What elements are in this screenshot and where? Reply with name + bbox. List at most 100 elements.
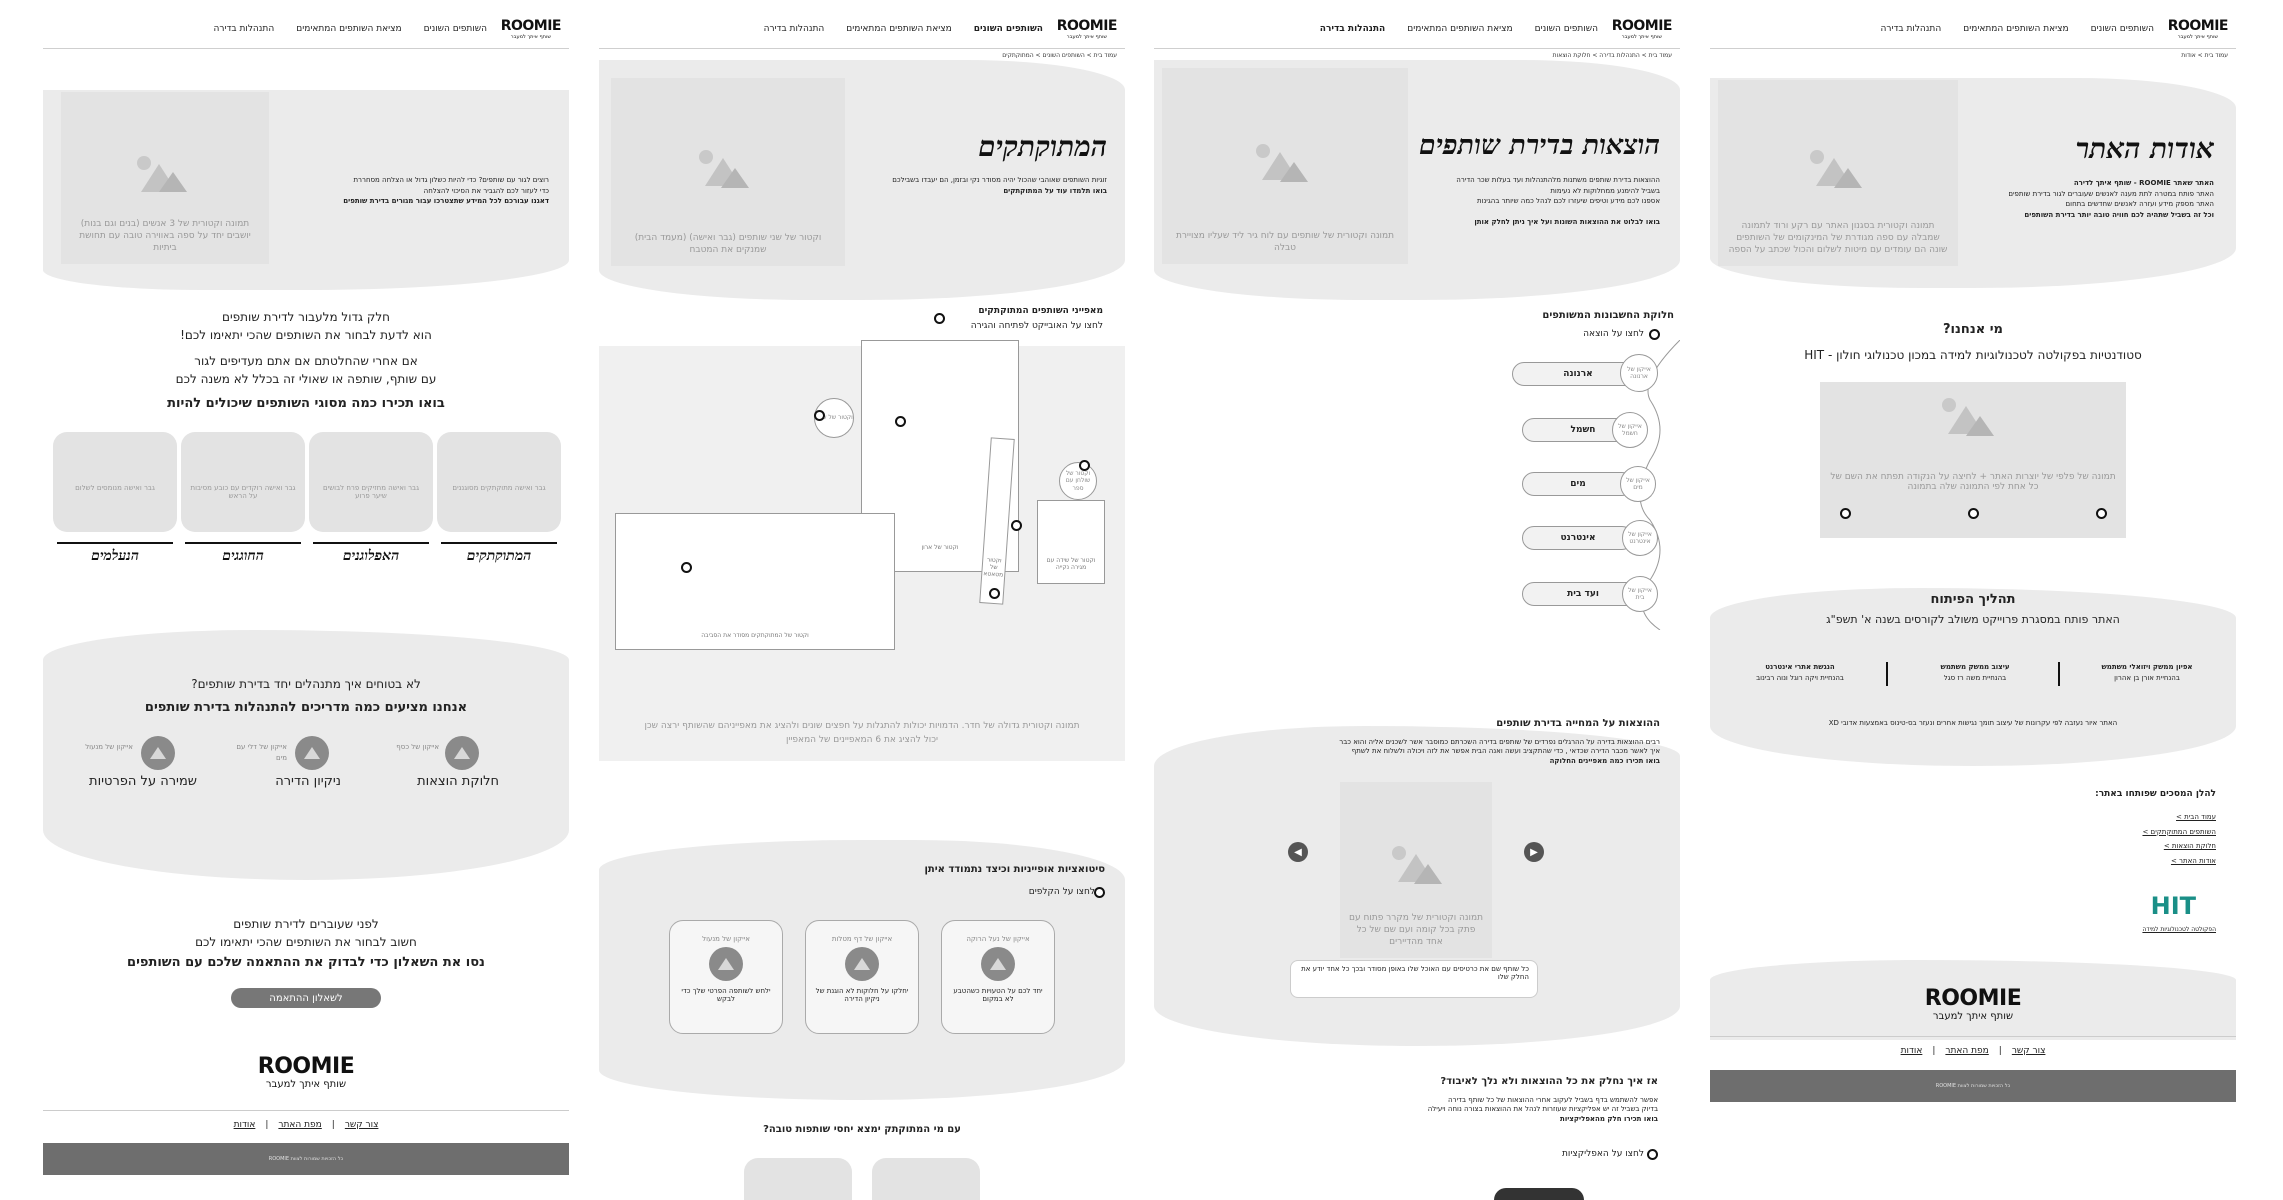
guide-expenses-link[interactable]: חלוקת הוצאות [417,772,499,792]
situation-card[interactable]: אייקון של נעל הרוקה יחד לכם על הטעויות כ… [941,920,1055,1034]
guides-title: אנחנו מציעים כמה מדריכים להתנהלות בדירת … [144,700,468,715]
apps-hint: לחצו על האפליקציות [1561,1149,1644,1159]
object-dresser[interactable]: וקטור של שידה עם מגירה נקייה [1037,500,1105,584]
hero-image: תמונה וקטורית של שותפים עם לוח גיר ליד ש… [1162,68,1408,264]
hero-text: האתר שאתר ROOMIE - שותף איתך לדירה האתר פ… [2008,179,2214,219]
types-title: בואו תכירו כמה מסוגי השותפים שיכולים להי… [167,396,445,411]
footer-contact[interactable]: צור קשר [2012,1046,2046,1056]
traits-title: מאפייני השותפים המתוקתקים [978,306,1103,316]
nav-match[interactable]: מציאת השותפים המתאימים [296,24,401,34]
type-card[interactable]: גבר ואישה מחזיקים פרח לבושים שיער פרוע [309,432,433,532]
quiz-button[interactable]: לשאלון ההתאמה [231,988,381,1008]
logo[interactable]: ROOMIE שותף איתך למעבר [1057,18,1118,40]
hint-dot [1649,329,1660,340]
nav-manage[interactable]: התנהלות בדירה [1320,24,1385,34]
guide-cleaning-link[interactable]: ניקיון הדירה [275,772,341,792]
footer-sitemap[interactable]: מפת האתר [1945,1046,1988,1056]
money-icon[interactable] [445,736,479,770]
situation-card[interactable]: אייקון של מנעול ילחש לשותפה הפרטי שלך כד… [669,920,783,1034]
hotspot-dot[interactable] [814,410,825,421]
match-card[interactable] [872,1158,980,1200]
hero-text: ההוצאות בדירת שותפים משתנות מלהתנהלות וע… [1456,176,1660,226]
nav-partners[interactable]: השותפים השונים [974,24,1043,34]
hotspot-dot[interactable] [681,562,692,573]
type-label[interactable]: החוגגים [185,542,301,565]
hotspot-dot[interactable] [1079,460,1090,471]
course-item: אפיון ממשק ויזואלי משתמש בהנחיית אורן בן … [2101,663,2193,682]
internet-icon[interactable]: אייקון של אינטרנט [1622,520,1658,556]
bill-internet[interactable]: אינטרנט [1522,526,1634,550]
link-about[interactable]: אודות האתר > [2142,854,2216,869]
links-title: להלן המסכים שפותחו באתר: [2095,789,2216,799]
page-title: המתוקתקים [978,130,1107,163]
link-expenses[interactable]: חלוקת הוצאות > [2142,839,2216,854]
arnona-icon[interactable]: אייקון של ארנונה [1620,354,1658,392]
credit-text: האתר איור נעזבה לפי עקרונות של עיצוב תומ… [1828,719,2118,727]
copyright: כל הזכויות שמורות לצוות ROOMIE [43,1143,569,1175]
nav-manage[interactable]: התנהלות בדירה [1881,24,1942,34]
breadcrumb[interactable]: עמוד בית > התנהלות בדירה > חלוקת הוצאות [1553,52,1672,59]
footer-sitemap[interactable]: מפת האתר [278,1120,321,1130]
match-card[interactable] [744,1158,852,1200]
bucket-icon[interactable] [295,736,329,770]
logo[interactable]: ROOMIE שותף איתך למעבר [501,18,562,40]
lock-icon[interactable] [141,736,175,770]
footer-about[interactable]: אודות [234,1120,256,1130]
apps-title: אז איך נחלק את כל ההוצאות ולא נלך לאיבוד… [1440,1076,1658,1087]
nav-manage[interactable]: התנהלות בדירה [764,24,825,34]
hint-dot [934,313,945,324]
footer-about[interactable]: אודות [1901,1046,1923,1056]
building-icon[interactable]: אייקון של בית [1622,576,1658,612]
type-label[interactable]: המתוקתקים [441,542,557,565]
footer-contact[interactable]: צור קשר [345,1120,379,1130]
nav-match[interactable]: מציאת השותפים המתאימים [1407,24,1512,34]
hint-dot [1647,1149,1658,1160]
prev-arrow-icon[interactable]: ◀ [1288,842,1308,862]
next-arrow-icon[interactable]: ▶ [1524,842,1544,862]
situation-card[interactable]: אייקון של דף מטלות יחלקו על חלוקות לא הו… [805,920,919,1034]
type-card[interactable]: גבר ואישה רוקדים עם כובע מסיבות על הראש [181,432,305,532]
split-title: חלוקת החשבונות המשותפים [1542,310,1674,321]
type-card[interactable]: גבר ואישה מנומסים לשלום [53,432,177,532]
nav-partners[interactable]: השותפים השונים [2091,24,2154,34]
site-links: עמוד הבית > השותפים המתוקתקים > חלוקת הו… [2142,810,2216,869]
logo[interactable]: ROOMIE שותף איתך למעבר [2168,18,2229,40]
footer-links: צור קשר | מפת האתר | אודות [233,1120,379,1130]
type-label[interactable]: הנעלמים [57,542,173,565]
logo[interactable]: ROOMIE שותף איתך למעבר [1612,18,1673,40]
top-nav: ROOMIE שותף איתך למעבר השותפים השונים מצי… [599,14,1125,49]
hero-image: תמונה וקטורית של 3 אנשים (בנים וגם בנות)… [61,92,269,264]
nav-manage[interactable]: התנהלות בדירה [214,24,275,34]
bill-water[interactable]: מים [1522,472,1634,496]
link-partner[interactable]: השותפים המתוקתקים > [2142,825,2216,840]
type-label[interactable]: האפלוגנים [313,542,429,565]
hotspot-dot[interactable] [989,588,1000,599]
link-home[interactable]: עמוד הבית > [2142,810,2216,825]
nav-match[interactable]: מציאת השותפים המתאימים [1963,24,2068,34]
team-member-dot[interactable] [1840,508,1851,519]
object-table[interactable]: וקטור של המתוקתקים מסודר את הסביבה [615,513,895,650]
who-title: מי אנחנו? [1943,322,2003,337]
course-item: הנגשת אתרי אינטרנט בהנחיית ויקה רוגל ונוה… [1756,663,1844,682]
situations-title: סיטואציות אופייניות וכיצד נתמודד איתן [924,864,1105,875]
nav-partners[interactable]: השותפים השונים [1535,24,1598,34]
hotspot-dot[interactable] [895,416,906,427]
page-title: אודות האתר [2075,132,2214,165]
hero-text: זוגיות השותפים שאוהבי שהכול יהיה מסודר נ… [892,176,1107,195]
guides-question: לא בטוחים איך מתנהלים יחד בדירת שותפים? [191,677,421,691]
water-icon[interactable]: אייקון של מים [1620,466,1656,502]
guide-privacy-link[interactable]: שמירה על הפרטיות [89,772,197,792]
electricity-icon[interactable]: אייקון של חשמל [1612,412,1648,448]
object-desk[interactable]: וקטור של שולחן עם ספר [1059,462,1097,500]
intro-text: חלק גדול מלעבור לדירת שותפים הוא לדעת לבח… [175,310,437,386]
nav-partners[interactable]: השותפים השונים [424,24,487,34]
breadcrumb[interactable]: עמוד בית > השותפים השונים > המתוקתקים [1002,52,1117,59]
hotspot-dot[interactable] [1011,520,1022,531]
breadcrumb[interactable]: עמוד בית > אודות [2181,52,2228,59]
hit-label[interactable]: הפקולטה לטכנולוגיות למידה [2142,925,2216,934]
team-member-dot[interactable] [1968,508,1979,519]
team-member-dot[interactable] [2096,508,2107,519]
app-card[interactable] [1494,1188,1584,1200]
nav-match[interactable]: מציאת השותפים המתאימים [846,24,951,34]
type-card[interactable]: גבר ואישה מתוקתקים מסוגננים [437,432,561,532]
